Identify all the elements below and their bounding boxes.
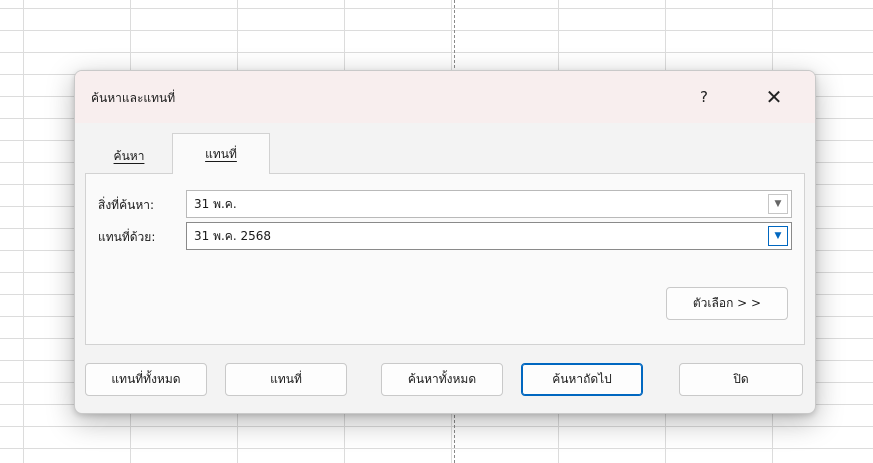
find-all-button[interactable]: ค้นหาทั้งหมด <box>381 363 503 396</box>
find-replace-dialog: ค้นหาและแทนที่ ? ✕ ค้นหา แทนที่ สิ่งที่ค… <box>74 70 816 414</box>
find-next-button[interactable]: ค้นหาถัดไป <box>521 363 643 396</box>
close-window-button[interactable]: ✕ <box>751 79 797 115</box>
chevron-down-icon[interactable]: ▼ <box>768 226 788 246</box>
find-next-label: ค้นหาถัดไป <box>552 372 612 386</box>
close-icon: ✕ <box>765 85 783 109</box>
find-all-label: ค้นหาทั้งหมด <box>407 372 477 386</box>
dialog-title: ค้นหาและแทนที่ <box>91 91 176 105</box>
find-what-input[interactable]: 31 พ.ค. <box>187 195 768 214</box>
tab-replace[interactable]: แทนที่ <box>172 133 270 174</box>
replace-all-label: แทนที่ทั้งหมด <box>111 372 181 386</box>
find-what-combobox[interactable]: 31 พ.ค. ▼ <box>186 190 792 218</box>
replace-all-button[interactable]: แทนที่ทั้งหมด <box>85 363 207 396</box>
find-what-label: สิ่งที่ค้นหา: <box>98 198 155 212</box>
replace-label: แทนที่ <box>270 372 302 386</box>
replace-tab-panel: สิ่งที่ค้นหา: 31 พ.ค. ▼ แทนที่ด้วย: 31 พ… <box>85 173 805 345</box>
replace-with-input[interactable]: 31 พ.ค. 2568 <box>187 227 768 246</box>
tab-find[interactable]: ค้นหา <box>85 139 173 173</box>
close-label: ปิด <box>733 372 749 386</box>
help-icon: ? <box>700 88 708 106</box>
options-button[interactable]: ตัวเลือก > > <box>666 287 788 320</box>
dialog-titlebar[interactable]: ค้นหาและแทนที่ ? ✕ <box>75 71 815 123</box>
chevron-down-icon[interactable]: ▼ <box>768 194 788 214</box>
tab-find-label: ค้นหา <box>113 148 145 163</box>
options-button-label: ตัวเลือก > > <box>692 296 762 310</box>
replace-with-combobox[interactable]: 31 พ.ค. 2568 ▼ <box>186 222 792 250</box>
replace-with-label: แทนที่ด้วย: <box>98 230 156 244</box>
close-button[interactable]: ปิด <box>679 363 803 396</box>
replace-button[interactable]: แทนที่ <box>225 363 347 396</box>
help-button[interactable]: ? <box>681 79 727 115</box>
tab-replace-label: แทนที่ <box>205 146 237 161</box>
